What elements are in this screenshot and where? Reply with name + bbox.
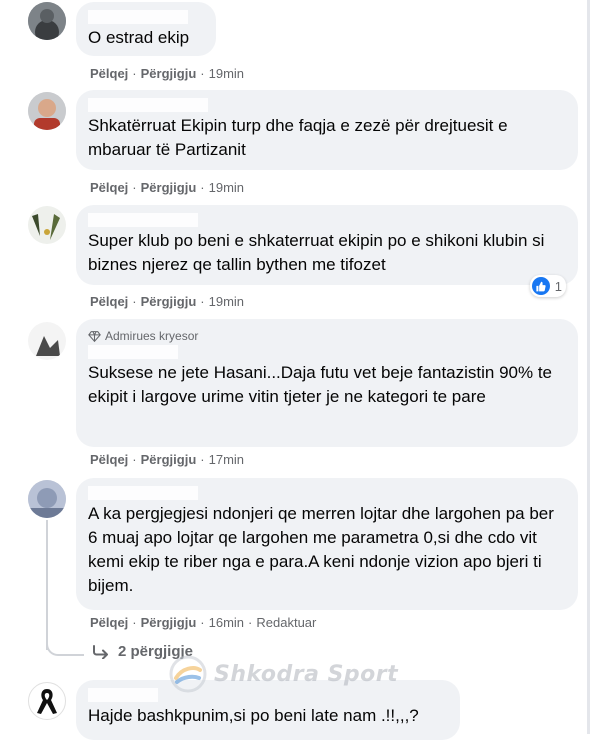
comment-text: A ka pergjegjesi ndonjeri qe merren lojt… xyxy=(88,504,554,595)
commenter-name[interactable] xyxy=(88,688,448,704)
avatar-photo xyxy=(28,92,66,130)
thumbs-up-icon xyxy=(531,277,550,295)
comment-time[interactable]: 16min xyxy=(209,615,244,630)
avatar-photo xyxy=(28,322,66,360)
reply-button[interactable]: Përgjigju xyxy=(141,180,197,195)
comment-bubble: Hajde bashkpunim,si po beni late nam .!!… xyxy=(76,680,460,740)
reply-button[interactable]: Përgjigju xyxy=(141,66,197,81)
commenter-name[interactable] xyxy=(88,10,204,26)
commenter-avatar[interactable] xyxy=(28,480,66,518)
diamond-icon xyxy=(88,330,101,342)
mourning-ribbon-icon xyxy=(37,689,57,714)
comment-actions: Pëlqej · Përgjigju · 19min xyxy=(90,66,245,81)
comment-bubble: O estrad ekip xyxy=(76,2,216,56)
reaction-summary[interactable]: 1 xyxy=(529,275,566,297)
reply-button[interactable]: Përgjigju xyxy=(141,294,197,309)
commenter-avatar[interactable] xyxy=(28,206,66,244)
comment-actions: Pëlqej · Përgjigju · 16min · Redaktuar xyxy=(90,615,317,630)
comment-time[interactable]: 19min xyxy=(209,294,244,309)
commenter-avatar[interactable] xyxy=(28,682,66,720)
like-button[interactable]: Pëlqej xyxy=(90,615,128,630)
replies-count: 2 përgjigje xyxy=(118,643,194,660)
like-button[interactable]: Pëlqej xyxy=(90,294,128,309)
reply-thread-curve xyxy=(46,636,84,656)
avatar-photo xyxy=(28,480,66,518)
comment-text: Super klub po beni e shkaterruat ekipin … xyxy=(88,231,545,274)
comment-actions: Pëlqej · Përgjigju · 19min xyxy=(90,294,245,309)
comment-bubble: Shkatërruat Ekipin turp dhe faqja e zezë… xyxy=(76,90,578,170)
commenter-name[interactable] xyxy=(88,213,566,229)
comment-bubble: A ka pergjegjesi ndonjeri qe merren lojt… xyxy=(76,478,578,610)
comment-time[interactable]: 19min xyxy=(209,180,244,195)
commenter-name[interactable] xyxy=(88,345,566,361)
commenter-avatar[interactable] xyxy=(28,92,66,130)
reply-button[interactable]: Përgjigju xyxy=(141,615,197,630)
comment-bubble: Admirues kryesor Suksese ne jete Hasani.… xyxy=(76,319,578,447)
comment-time[interactable]: 17min xyxy=(209,452,244,467)
like-button[interactable]: Pëlqej xyxy=(90,180,128,195)
view-replies-link[interactable]: 2 përgjigje xyxy=(92,643,193,660)
comment-time[interactable]: 19min xyxy=(209,66,244,81)
commenter-name[interactable] xyxy=(88,486,566,502)
comment-text: Suksese ne jete Hasani...Daja futu vet b… xyxy=(88,363,552,406)
like-button[interactable]: Pëlqej xyxy=(90,66,128,81)
edited-label[interactable]: Redaktuar xyxy=(256,615,316,630)
comment-bubble: Super klub po beni e shkaterruat ekipin … xyxy=(76,205,578,297)
reaction-count: 1 xyxy=(554,278,562,294)
avatar-photo xyxy=(28,2,66,40)
reply-button[interactable]: Përgjigju xyxy=(141,452,197,467)
reply-arrow-icon xyxy=(93,644,108,659)
commenter-avatar[interactable] xyxy=(28,322,66,360)
comment-text: O estrad ekip xyxy=(88,28,190,47)
comment-text: Hajde bashkpunim,si po beni late nam .!!… xyxy=(88,706,419,725)
comment-actions: Pëlqej · Përgjigju · 19min xyxy=(90,180,245,195)
reply-thread-line xyxy=(46,520,48,650)
top-fan-badge[interactable]: Admirues kryesor xyxy=(88,327,566,345)
commenter-avatar[interactable] xyxy=(28,2,66,40)
avatar-photo xyxy=(28,206,66,244)
badge-label: Admirues kryesor xyxy=(105,329,199,343)
comment-text: Shkatërruat Ekipin turp dhe faqja e zezë… xyxy=(88,116,508,159)
like-button[interactable]: Pëlqej xyxy=(90,452,128,467)
commenter-name[interactable] xyxy=(88,98,566,114)
comment-actions: Pëlqej · Përgjigju · 17min xyxy=(90,452,245,467)
